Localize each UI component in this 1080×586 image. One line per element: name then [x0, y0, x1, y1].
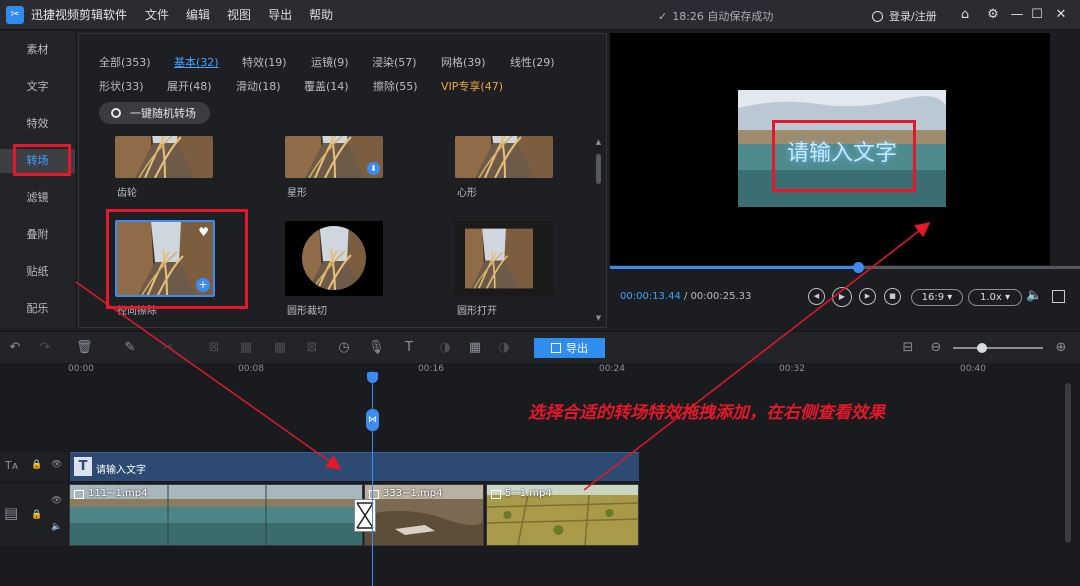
arrow-to-timeline	[75, 281, 342, 470]
arrow-to-preview	[583, 222, 931, 491]
annotation-arrows	[75, 222, 931, 491]
